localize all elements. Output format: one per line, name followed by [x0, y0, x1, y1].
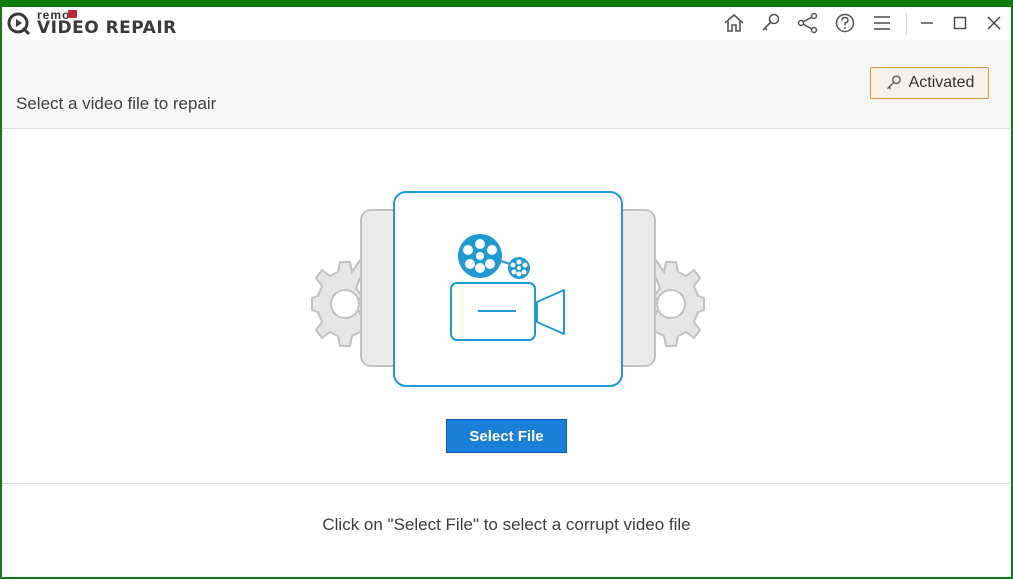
app-window: remo VIDEO REPAIR Select a video file to… [0, 0, 1013, 579]
close-button[interactable] [979, 9, 1009, 37]
home-button[interactable] [719, 9, 749, 37]
menu-icon [874, 16, 890, 30]
close-icon [987, 16, 1001, 30]
help-icon [835, 13, 855, 33]
key-button[interactable] [756, 9, 786, 37]
title-bar: remo VIDEO REPAIR [2, 7, 1011, 40]
page-title: Select a video file to repair [16, 94, 217, 113]
brand-name-text: VIDEO REPAIR [37, 18, 177, 38]
footer-divider [2, 483, 1011, 484]
key-icon [886, 75, 901, 90]
instruction-text: Click on "Select File" to select a corru… [322, 515, 691, 534]
app-logo: remo VIDEO REPAIR [7, 8, 197, 38]
maximize-button[interactable] [945, 9, 975, 37]
brand-dot [68, 10, 77, 18]
toolbar-separator [906, 13, 907, 35]
home-icon [724, 13, 744, 32]
share-button[interactable] [793, 9, 823, 37]
logo-mark-icon [7, 12, 31, 36]
page-header: Select a video file to repair Activated [2, 40, 1011, 129]
activated-button[interactable]: Activated [870, 67, 989, 99]
select-file-button[interactable]: Select File [446, 419, 567, 453]
maximize-icon [953, 16, 967, 30]
video-repair-illustration [311, 191, 705, 387]
share-icon [797, 12, 818, 34]
minimize-icon [921, 22, 933, 24]
menu-button[interactable] [867, 9, 897, 37]
help-button[interactable] [830, 9, 860, 37]
key-icon [762, 13, 780, 31]
activated-label: Activated [908, 74, 975, 91]
minimize-button[interactable] [912, 9, 942, 37]
